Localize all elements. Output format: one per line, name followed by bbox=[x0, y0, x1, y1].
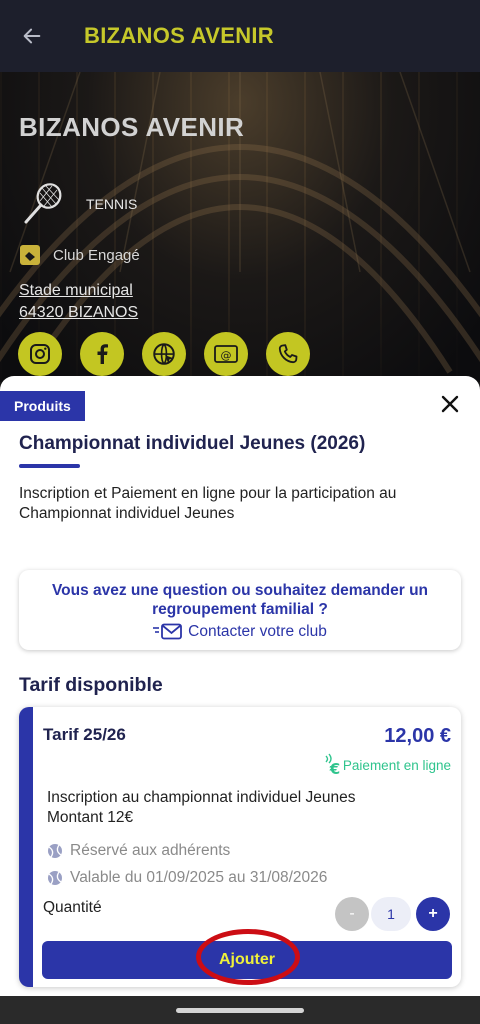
tarif-description-line-2: Montant 12€ bbox=[47, 809, 134, 826]
section-title: Tarif disponible bbox=[19, 674, 163, 696]
website-icon bbox=[153, 343, 175, 365]
engaged-shield-icon bbox=[20, 245, 40, 265]
products-tag: Produits bbox=[0, 391, 85, 421]
members-only-label: Réservé aux adhérents bbox=[70, 842, 231, 859]
system-navigation-bar bbox=[0, 996, 480, 1024]
sport-label: TENNIS bbox=[86, 196, 138, 212]
contact-club-link[interactable]: Contacter votre club bbox=[153, 623, 327, 641]
club-name: BIZANOS AVENIR bbox=[19, 112, 245, 142]
quantity-decrease-button[interactable]: - bbox=[335, 897, 369, 931]
tarif-name: Tarif 25/26 bbox=[43, 725, 126, 744]
club-engaged-badge: Club Engagé bbox=[19, 244, 140, 266]
quantity-increase-button[interactable]: + bbox=[416, 897, 450, 931]
online-payment-badge: € Paiement en ligne bbox=[323, 753, 451, 777]
club-hero: BIZANOS AVENIR TENNIS Club Engagé Stade … bbox=[0, 72, 480, 382]
close-button[interactable] bbox=[436, 390, 464, 418]
tarif-price: 12,00 € bbox=[384, 725, 451, 747]
sport-row: TENNIS bbox=[22, 182, 137, 226]
email-icon: @ bbox=[214, 345, 238, 363]
instagram-icon bbox=[30, 344, 50, 364]
product-sheet: Produits Championnat individuel Jeunes (… bbox=[0, 376, 480, 996]
phone-icon bbox=[278, 344, 298, 364]
quantity-value[interactable]: 1 bbox=[371, 897, 411, 931]
product-description: Inscription et Paiement en ligne pour la… bbox=[19, 485, 397, 522]
question-card: Vous avez une question ou souhaitez dema… bbox=[19, 570, 461, 650]
address-line-2: 64320 BIZANOS bbox=[19, 304, 139, 321]
app-bar-title: BIZANOS AVENIR bbox=[84, 23, 274, 48]
website-button[interactable] bbox=[142, 332, 186, 376]
title-underline bbox=[19, 464, 80, 468]
svg-text:@: @ bbox=[221, 349, 232, 362]
tarif-description: Inscription au championnat individuel Je… bbox=[47, 788, 355, 828]
arrow-left-icon bbox=[23, 28, 41, 44]
tennis-racket-icon bbox=[24, 183, 62, 224]
validity-info: Valable du 01/09/2025 au 31/08/2026 bbox=[47, 869, 327, 887]
add-to-cart-button[interactable]: Ajouter bbox=[42, 941, 452, 979]
club-address-link[interactable]: Stade municipal 64320 BIZANOS bbox=[19, 280, 138, 324]
facebook-icon bbox=[97, 344, 108, 364]
close-icon bbox=[441, 395, 459, 413]
address-line-1: Stade municipal bbox=[19, 282, 133, 299]
question-text: Vous avez une question ou souhaitez dema… bbox=[51, 582, 429, 618]
contactless-euro-icon: € bbox=[325, 753, 340, 777]
instagram-button[interactable] bbox=[18, 332, 62, 376]
contact-club-label: Contacter votre club bbox=[188, 623, 327, 640]
facebook-button[interactable] bbox=[80, 332, 124, 376]
validity-label: Valable du 01/09/2025 au 31/08/2026 bbox=[70, 869, 328, 886]
phone-button[interactable] bbox=[266, 332, 310, 376]
tennis-ball-icon bbox=[48, 844, 62, 858]
back-button[interactable] bbox=[0, 0, 64, 72]
home-gesture-handle[interactable] bbox=[176, 1008, 304, 1013]
tarif-accent-bar bbox=[19, 707, 33, 987]
tarif-card: Tarif 25/26 12,00 € € Paiement en ligne … bbox=[19, 707, 461, 987]
quantity-label: Quantité bbox=[43, 899, 102, 916]
members-only-info: Réservé aux adhérents bbox=[47, 842, 230, 860]
app-bar: BIZANOS AVENIR bbox=[0, 0, 480, 72]
email-button[interactable]: @ bbox=[204, 332, 248, 376]
tennis-ball-icon bbox=[48, 871, 62, 885]
social-links: @ bbox=[18, 332, 310, 376]
send-mail-icon bbox=[153, 623, 183, 640]
svg-text:€: € bbox=[329, 760, 340, 777]
product-title: Championnat individuel Jeunes (2026) bbox=[19, 433, 366, 454]
tarif-description-line-1: Inscription au championnat individuel Je… bbox=[47, 789, 356, 806]
engaged-label: Club Engagé bbox=[53, 246, 140, 264]
payment-label: Paiement en ligne bbox=[342, 757, 451, 773]
